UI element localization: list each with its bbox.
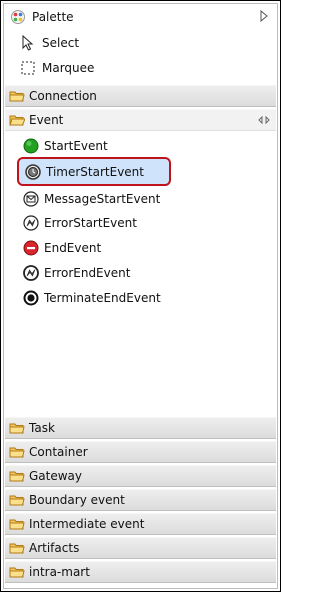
palette-frame: Palette Select Marquee Connection Event: [0, 0, 281, 592]
palette-panel: Palette Select Marquee Connection Event: [3, 3, 278, 589]
drawer-gateway-label: Gateway: [29, 469, 83, 483]
event-item-error-start[interactable]: ErrorStartEvent: [20, 212, 145, 234]
event-item-label: ErrorEndEvent: [44, 266, 131, 280]
folder-icon: [9, 519, 25, 530]
drawer-connection[interactable]: Connection: [5, 85, 276, 107]
event-item-error-end[interactable]: ErrorEndEvent: [20, 262, 138, 284]
drawer-task-label: Task: [29, 421, 55, 435]
folder-icon: [9, 471, 25, 482]
marquee-tool[interactable]: Marquee: [20, 57, 94, 79]
drawer-intra-mart[interactable]: intra-mart: [5, 561, 276, 583]
event-item-label: StartEvent: [44, 139, 108, 153]
drawer-container[interactable]: Container: [5, 441, 276, 463]
drawer-boundary-event[interactable]: Boundary event: [5, 489, 276, 511]
event-item-label: TerminateEndEvent: [44, 291, 161, 305]
drawer-artifacts[interactable]: Artifacts: [5, 537, 276, 559]
event-item-end[interactable]: EndEvent: [20, 237, 109, 259]
drawer-intra-mart-label: intra-mart: [29, 565, 90, 579]
collapse-palette-icon[interactable]: [259, 10, 269, 22]
pin-drawer-icon[interactable]: [258, 115, 270, 125]
marquee-icon: [21, 61, 35, 75]
folder-icon: [9, 91, 25, 102]
drawer-gateway[interactable]: Gateway: [5, 465, 276, 487]
event-item-message-start[interactable]: MessageStartEvent: [20, 188, 168, 210]
terminate-end-event-icon: [23, 290, 39, 306]
palette-icon: [11, 10, 25, 24]
drawer-container-label: Container: [29, 445, 88, 459]
folder-icon: [9, 495, 25, 506]
start-event-icon: [23, 138, 39, 154]
folder-icon: [9, 447, 25, 458]
drawer-artifacts-label: Artifacts: [29, 541, 80, 555]
end-event-icon: [23, 240, 39, 256]
error-start-event-icon: [23, 215, 39, 231]
arrow-pointer-icon: [22, 35, 34, 51]
timer-start-event-icon: [25, 163, 41, 180]
select-tool[interactable]: Select: [20, 32, 79, 54]
drawer-intermediate-event-label: Intermediate event: [29, 517, 145, 531]
palette-title: Palette: [32, 10, 74, 24]
drawer-event[interactable]: Event: [5, 109, 276, 131]
error-end-event-icon: [23, 265, 39, 281]
folder-icon: [9, 567, 25, 578]
folder-icon: [9, 423, 25, 434]
drawer-boundary-event-label: Boundary event: [29, 493, 125, 507]
drawer-event-label: Event: [29, 113, 64, 127]
drawer-task[interactable]: Task: [5, 417, 276, 439]
event-item-label: ErrorStartEvent: [44, 216, 137, 230]
event-item-label: MessageStartEvent: [44, 192, 161, 206]
marquee-tool-label: Marquee: [42, 61, 95, 75]
message-start-event-icon: [23, 191, 39, 207]
event-item-terminate-end[interactable]: TerminateEndEvent: [20, 287, 169, 309]
event-item-start[interactable]: StartEvent: [20, 135, 116, 157]
drawer-intermediate-event[interactable]: Intermediate event: [5, 513, 276, 535]
folder-open-icon: [9, 115, 25, 126]
event-item-label: TimerStartEvent: [46, 164, 144, 179]
event-item-timer-start[interactable]: TimerStartEvent: [17, 157, 171, 186]
select-tool-label: Select: [42, 36, 80, 50]
event-drawer-empty-area: [4, 312, 277, 416]
drawer-connection-label: Connection: [29, 89, 97, 103]
event-item-label: EndEvent: [44, 241, 102, 255]
palette-header[interactable]: Palette: [4, 4, 277, 30]
folder-icon: [9, 543, 25, 554]
